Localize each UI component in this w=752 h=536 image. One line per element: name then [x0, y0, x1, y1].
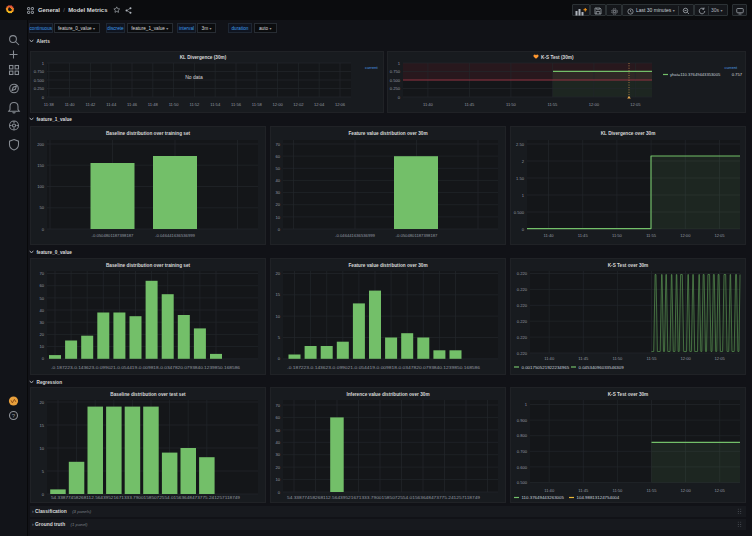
svg-text:?: ?: [12, 413, 16, 419]
